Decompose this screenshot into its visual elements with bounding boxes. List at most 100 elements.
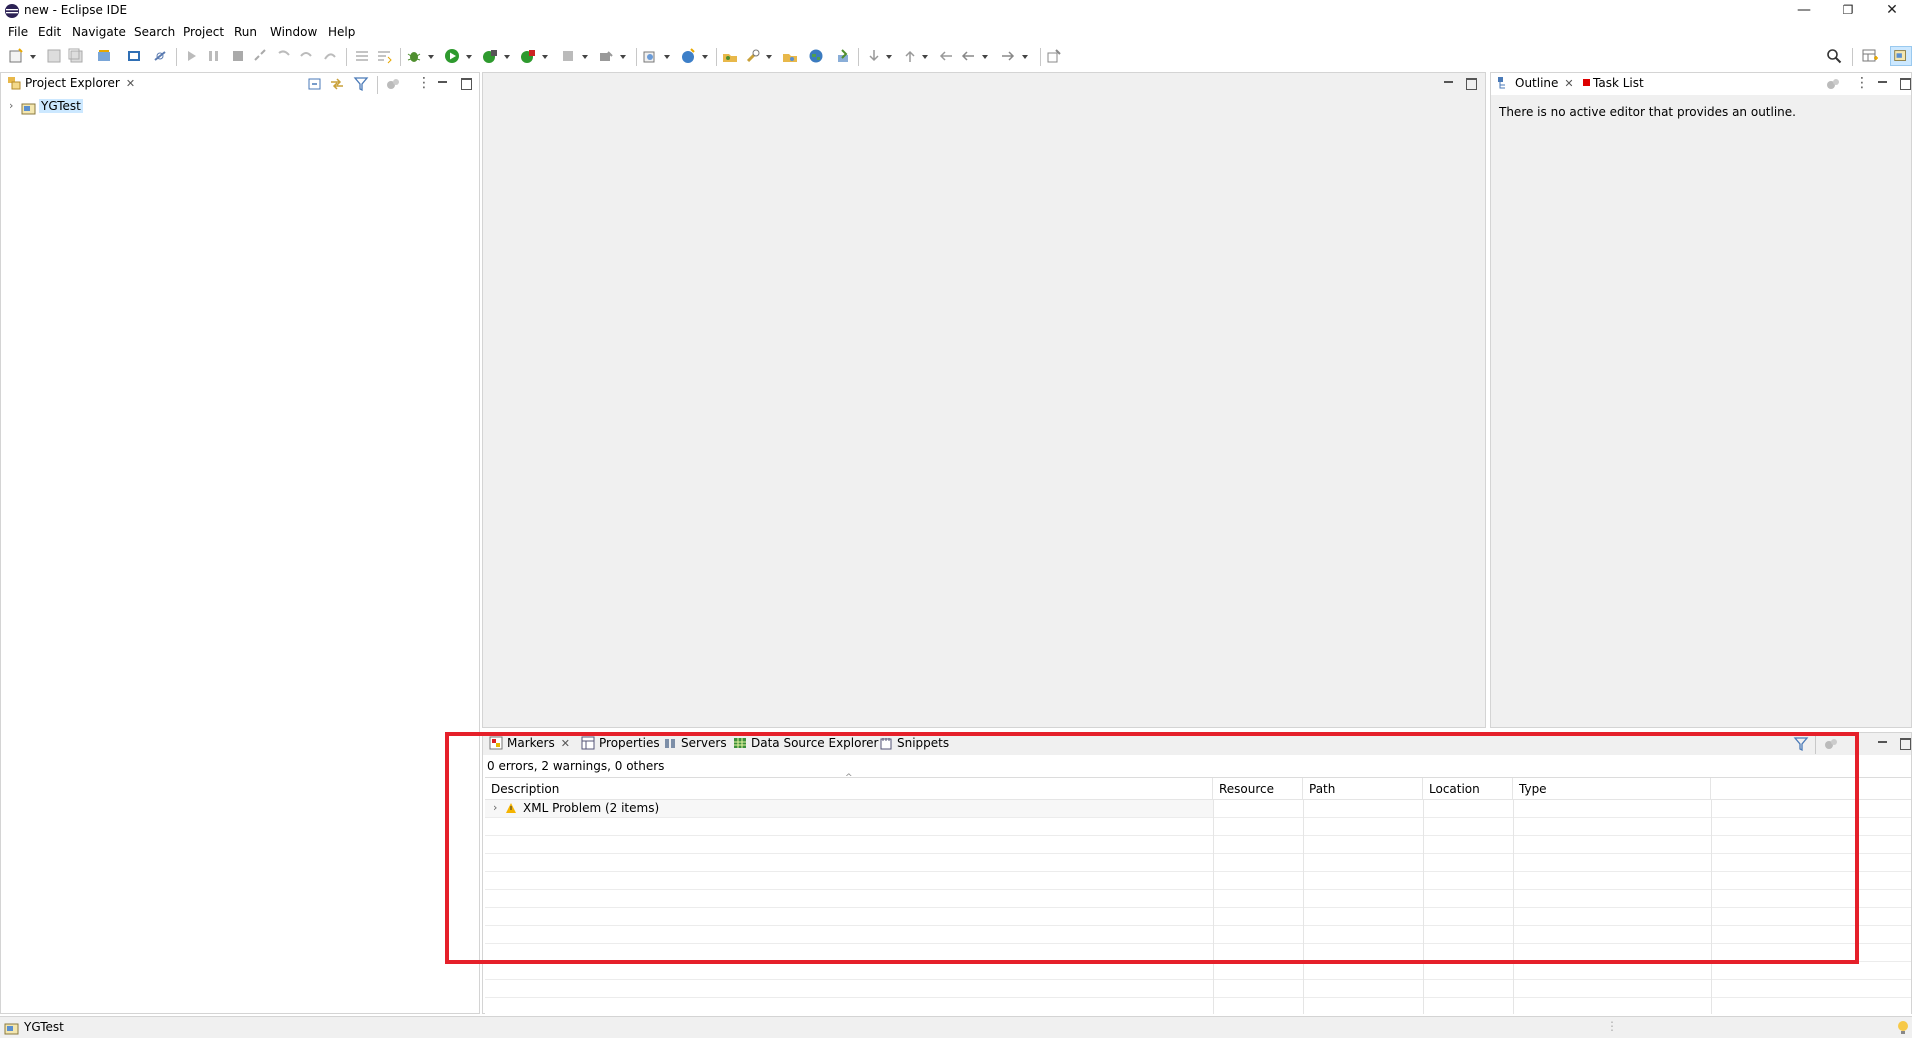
minimize-icon[interactable] [1443,77,1455,89]
minimize-window-button[interactable]: — [1782,0,1826,22]
column-header-path[interactable]: Path [1303,778,1423,800]
close-icon[interactable]: ✕ [1564,77,1573,90]
maximize-icon[interactable] [1465,77,1477,90]
coverage-icon[interactable] [482,48,498,64]
pin-editor-icon[interactable] [1046,48,1062,64]
drop-to-frame-icon[interactable] [376,48,392,64]
search-icon[interactable] [1826,48,1842,64]
tab-task-list[interactable]: Task List [1583,76,1644,90]
chevron-down-icon[interactable] [766,55,772,59]
chevron-down-icon[interactable] [30,55,36,59]
forward-icon[interactable] [1000,48,1016,64]
chevron-right-icon[interactable]: › [493,801,497,814]
save-all-icon[interactable] [68,48,84,64]
menu-project[interactable]: Project [183,25,224,39]
focus-on-task-icon[interactable] [1823,736,1839,752]
filter-icon[interactable] [1793,736,1809,752]
server-stop-icon[interactable] [560,48,576,64]
view-menu-icon[interactable] [417,75,431,91]
menu-file[interactable]: File [8,25,28,39]
chevron-down-icon[interactable] [466,55,472,59]
skip-breakpoints-icon[interactable] [152,48,168,64]
table-row[interactable]: › XML Problem (2 items) [485,800,1213,817]
menu-help[interactable]: Help [328,25,355,39]
chevron-right-icon[interactable]: › [9,99,13,112]
minimize-icon[interactable] [1877,77,1889,89]
step-over-icon[interactable] [298,48,314,64]
step-into-icon[interactable] [276,48,292,64]
tab-snippets[interactable]: Snippets [879,736,949,750]
last-edit-location-icon[interactable] [938,48,954,64]
new-java-package-icon[interactable] [642,48,658,64]
chevron-down-icon[interactable] [428,55,434,59]
tree-item-label[interactable]: YGTest [39,99,83,113]
external-tools-icon[interactable] [520,48,536,64]
chevron-down-icon[interactable] [504,55,510,59]
open-perspective-icon[interactable] [1862,48,1878,64]
menu-edit[interactable]: Edit [38,25,61,39]
resume-icon[interactable] [184,48,200,64]
save-icon[interactable] [46,48,62,64]
chevron-down-icon[interactable] [620,55,626,59]
tab-markers[interactable]: Markers ✕ [489,736,570,750]
minimize-icon[interactable] [1877,737,1889,749]
terminate-icon[interactable] [230,48,246,64]
view-menu-icon[interactable] [1855,75,1869,91]
close-icon[interactable]: ✕ [126,77,135,90]
chevron-down-icon[interactable] [542,55,548,59]
view-menu-icon[interactable] [1851,735,1865,751]
debug-icon[interactable] [406,48,422,64]
chevron-down-icon[interactable] [1022,55,1028,59]
chevron-down-icon[interactable] [702,55,708,59]
menu-window[interactable]: Window [270,25,317,39]
tab-outline[interactable]: Outline ✕ [1497,76,1574,90]
use-step-filters-icon[interactable] [354,48,370,64]
filter-icon[interactable] [353,76,369,92]
disconnect-icon[interactable] [252,48,268,64]
maximize-icon[interactable] [460,77,472,90]
column-header-location[interactable]: Location [1423,778,1513,800]
tab-data-source-explorer[interactable]: Data Source Explorer [733,736,878,750]
menu-run[interactable]: Run [234,25,257,39]
focus-on-task-icon[interactable] [1825,76,1841,92]
tab-properties[interactable]: Properties [581,736,660,750]
open-perspective-action-icon[interactable] [836,48,852,64]
build-icon[interactable] [96,48,112,64]
open-type-icon[interactable] [722,48,738,64]
java-ee-perspective-icon[interactable] [1890,46,1912,66]
suspend-icon[interactable] [206,48,222,64]
step-return-icon[interactable] [322,48,338,64]
focus-on-task-icon[interactable] [385,76,401,92]
run-icon[interactable] [444,48,460,64]
link-with-editor-icon[interactable] [329,76,345,92]
next-annotation-icon[interactable] [866,48,882,64]
maximize-icon[interactable] [1899,737,1911,750]
column-header-resource[interactable]: Resource [1213,778,1303,800]
chevron-down-icon[interactable] [982,55,988,59]
close-icon[interactable]: ✕ [561,737,570,750]
column-header-description[interactable]: Description [485,778,1213,800]
tab-servers[interactable]: Servers [663,736,727,750]
chevron-down-icon[interactable] [582,55,588,59]
lightbulb-icon[interactable] [1896,1020,1910,1036]
back-icon[interactable] [960,48,976,64]
chevron-down-icon[interactable] [886,55,892,59]
close-window-button[interactable]: ✕ [1870,0,1912,22]
collapse-all-icon[interactable] [307,76,323,92]
restore-window-button[interactable]: ❐ [1826,0,1870,22]
new-java-class-icon[interactable] [680,48,696,64]
new-icon[interactable] [8,48,24,64]
open-task-icon[interactable] [782,48,798,64]
chevron-down-icon[interactable] [664,55,670,59]
minimize-icon[interactable] [437,77,449,89]
chevron-down-icon[interactable] [922,55,928,59]
column-header-type[interactable]: Type [1513,778,1711,800]
menu-search[interactable]: Search [134,25,175,39]
terminal-icon[interactable] [126,48,142,64]
web-browser-icon[interactable] [808,48,824,64]
menu-navigate[interactable]: Navigate [72,25,126,39]
tab-project-explorer[interactable]: Project Explorer ✕ [7,76,135,90]
search-tool-icon[interactable] [746,48,762,64]
maximize-icon[interactable] [1899,77,1911,90]
previous-annotation-icon[interactable] [902,48,918,64]
